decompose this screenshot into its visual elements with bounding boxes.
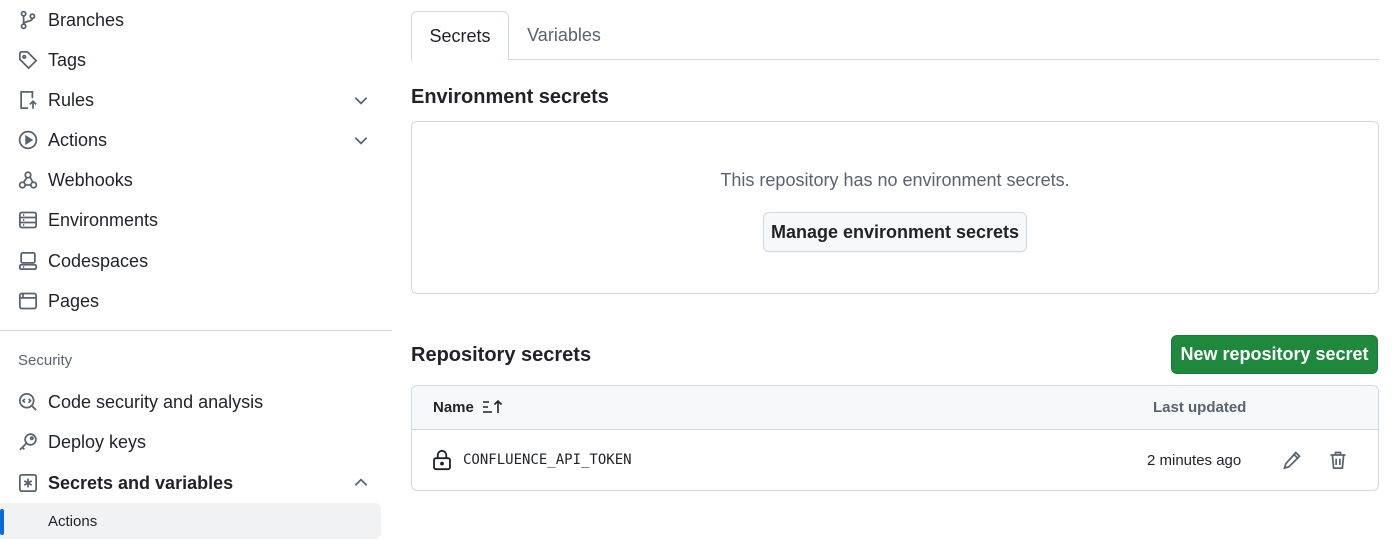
table-row: CONFLUENCE_API_TOKEN 2 minutes ago	[412, 430, 1378, 490]
edit-secret-button[interactable]	[1280, 448, 1304, 472]
sidebar-item-label: Tags	[48, 49, 87, 70]
lock-icon	[433, 449, 451, 471]
new-repository-secret-button[interactable]: New repository secret	[1171, 335, 1378, 374]
sidebar-item-label: Branches	[48, 9, 125, 30]
repository-secrets-heading: Repository secrets	[411, 344, 592, 366]
table-header: Name Last updated	[412, 386, 1378, 430]
trash-icon	[1330, 451, 1346, 469]
tab-secrets[interactable]: Secrets	[411, 11, 509, 61]
sidebar-item-code-security[interactable]: Code security and analysis	[8, 384, 380, 420]
sidebar-item-branches[interactable]: Branches	[8, 2, 380, 38]
sidebar-item-secrets-and-variables[interactable]: Secrets and variables	[8, 465, 380, 501]
rules-icon	[18, 90, 38, 110]
sidebar-item-label: Secrets and variables	[48, 472, 234, 493]
sort-ascending-icon[interactable]	[482, 398, 504, 416]
sidebar-divider	[0, 330, 392, 331]
sidebar-item-codespaces[interactable]: Codespaces	[8, 243, 380, 279]
webhook-icon	[18, 170, 38, 190]
chevron-down-icon[interactable]	[352, 131, 370, 149]
settings-sidebar: Branches Tags Rules Actions Webhooks Env…	[0, 0, 392, 541]
secret-name: CONFLUENCE_API_TOKEN	[463, 452, 632, 468]
browser-icon	[18, 291, 38, 311]
chevron-up-icon[interactable]	[352, 474, 370, 492]
tab-bar: Secrets Variables	[411, 11, 1379, 61]
secret-last-updated: 2 minutes ago	[1147, 452, 1242, 469]
tab-variables[interactable]: Variables	[515, 11, 613, 59]
sidebar-item-environments[interactable]: Environments	[8, 202, 380, 238]
sidebar-item-label: Codespaces	[48, 250, 149, 271]
column-header-name: Name	[433, 399, 474, 416]
play-icon	[18, 130, 38, 150]
active-indicator	[0, 509, 4, 535]
asterisk-icon	[18, 473, 38, 493]
delete-secret-button[interactable]	[1326, 448, 1350, 472]
sidebar-item-deploy-keys[interactable]: Deploy keys	[8, 424, 380, 460]
tag-icon	[18, 50, 38, 70]
sidebar-section-security: Security	[18, 352, 73, 369]
pencil-icon	[1283, 451, 1301, 470]
sidebar-item-pages[interactable]: Pages	[8, 283, 380, 319]
sidebar-subitem-label: Actions	[48, 513, 98, 530]
git-branch-icon	[18, 10, 38, 30]
sidebar-item-webhooks[interactable]: Webhooks	[8, 162, 380, 198]
codespaces-icon	[18, 251, 38, 271]
manage-environment-secrets-button[interactable]: Manage environment secrets	[763, 212, 1027, 252]
tab-bar-underline	[411, 59, 1379, 60]
repository-secrets-table: Name Last updated CONFLUENCE_API_TOKEN 2…	[411, 385, 1379, 491]
sidebar-item-label: Environments	[48, 209, 159, 230]
sidebar-item-label: Actions	[48, 129, 108, 150]
codescan-icon	[18, 392, 38, 412]
column-header-last-updated: Last updated	[1153, 399, 1247, 416]
sidebar-item-tags[interactable]: Tags	[8, 42, 380, 78]
sidebar-subitem-actions[interactable]: Actions	[0, 503, 381, 539]
sidebar-item-label: Code security and analysis	[48, 391, 264, 412]
sidebar-item-rules[interactable]: Rules	[8, 82, 380, 118]
sidebar-item-actions[interactable]: Actions	[8, 122, 380, 158]
sidebar-item-label: Deploy keys	[48, 431, 147, 452]
chevron-down-icon[interactable]	[352, 91, 370, 109]
server-icon	[18, 210, 38, 230]
sidebar-item-label: Rules	[48, 89, 95, 110]
sidebar-item-label: Pages	[48, 290, 100, 311]
key-icon	[18, 432, 38, 452]
environment-secrets-heading: Environment secrets	[411, 86, 609, 108]
sidebar-item-label: Webhooks	[48, 169, 133, 190]
environment-secrets-box: This repository has no environment secre…	[411, 121, 1379, 294]
empty-state-message: This repository has no environment secre…	[720, 170, 1070, 190]
